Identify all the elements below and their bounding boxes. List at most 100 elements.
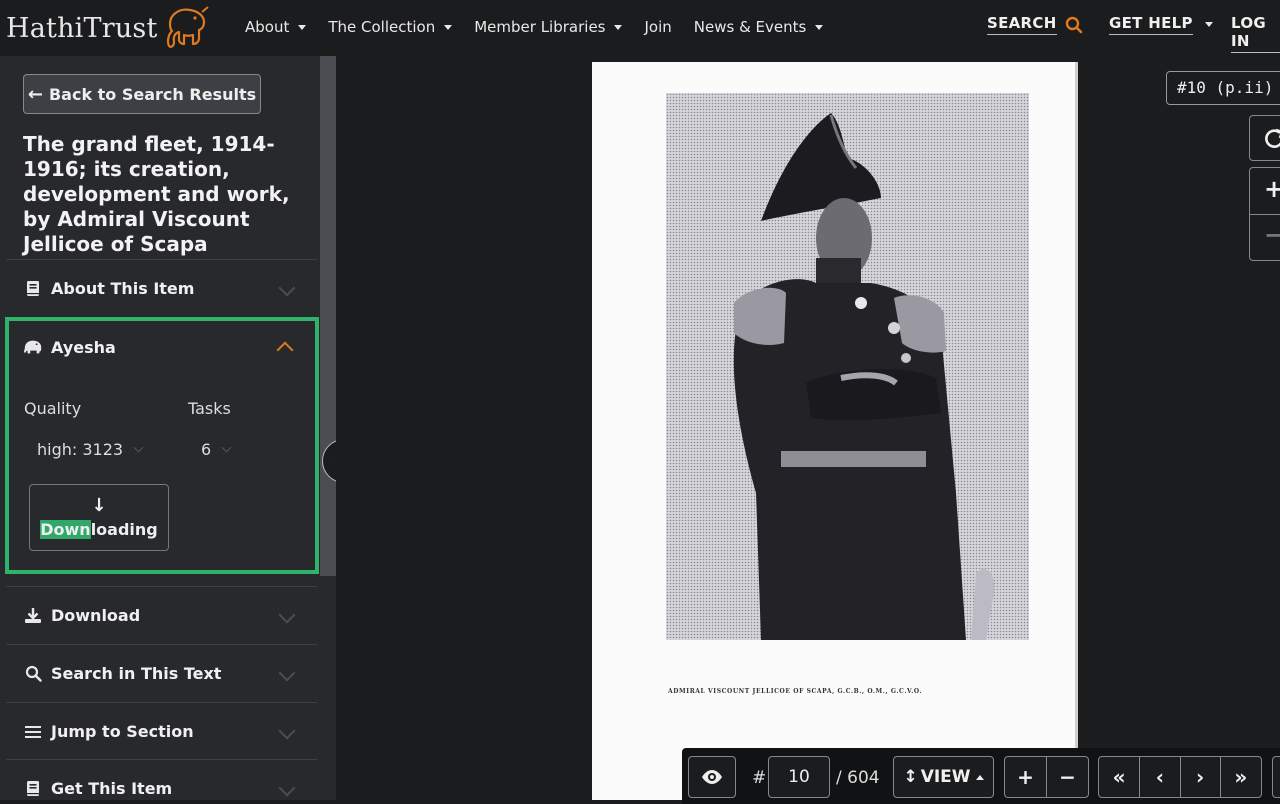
- nav-about-label: About: [245, 18, 290, 36]
- panel-get-this-item[interactable]: Get This Item: [6, 759, 317, 800]
- panel-label: About This Item: [51, 279, 195, 298]
- zoom-button-group: + −: [1004, 756, 1089, 798]
- nav-member-libraries-label: Member Libraries: [474, 18, 606, 36]
- fullscreen-button[interactable]: [1272, 756, 1280, 798]
- panel-ayesha: Ayesha Quality Tasks high: 3123 6 ↓ Down…: [5, 317, 319, 574]
- chevron-up-icon: [276, 341, 294, 359]
- elephant-logo-icon: [166, 6, 209, 48]
- book-title: The grand fleet, 1914-1916; its creation…: [23, 132, 290, 256]
- page-number-tag: #10 (p.ii): [1166, 71, 1280, 105]
- portrait-illustration: [666, 93, 1029, 640]
- panel-search-in-text[interactable]: Search in This Text: [6, 644, 317, 702]
- panel-header[interactable]: Ayesha: [9, 321, 315, 373]
- search-link-label: SEARCH: [987, 14, 1057, 35]
- chevron-down-icon: [133, 442, 144, 453]
- ayesha-download-button[interactable]: ↓ Downloading: [29, 484, 169, 551]
- panel-download[interactable]: Download: [6, 586, 317, 644]
- nav-news-events[interactable]: News & Events: [694, 18, 824, 36]
- panel-about-this-item[interactable]: About This Item: [6, 259, 317, 317]
- next-page-button[interactable]: ›: [1181, 757, 1221, 797]
- download-progress-done: Down: [40, 520, 91, 539]
- page-total: / 604: [836, 768, 880, 788]
- nav-collection-label: The Collection: [328, 18, 436, 36]
- chevron-down-icon: [221, 442, 232, 453]
- page-hash-label: #: [752, 768, 767, 788]
- view-mode-button[interactable]: ↕ VIEW: [893, 756, 994, 798]
- tasks-value: 6: [201, 440, 212, 459]
- logo-text: HathiTrust: [6, 12, 158, 44]
- caret-down-icon: [815, 24, 824, 30]
- panel-jump-to-section[interactable]: Jump to Section: [6, 702, 317, 760]
- image-caption: ADMIRAL VISCOUNT JELLICOE OF SCAPA, G.C.…: [668, 688, 923, 695]
- chevron-down-icon: [278, 779, 296, 797]
- panel-header[interactable]: About This Item: [6, 260, 317, 317]
- arrow-down-icon: ↓: [91, 495, 107, 516]
- panel-label: Search in This Text: [51, 664, 222, 683]
- viewer-toolbar: # / 604 ↕ VIEW + − « ‹ › »: [682, 748, 1280, 804]
- page-number-input[interactable]: [768, 756, 830, 798]
- back-button-label: Back to Search Results: [48, 84, 257, 104]
- tasks-select[interactable]: 6: [201, 440, 232, 459]
- chevron-down-icon: [278, 606, 296, 624]
- previous-page-button[interactable]: ‹: [1140, 757, 1181, 797]
- back-to-search-results-button[interactable]: ← Back to Search Results: [23, 74, 261, 114]
- download-icon: [23, 607, 43, 624]
- caret-down-icon: [614, 24, 623, 30]
- magnifier-icon: [23, 665, 43, 682]
- last-page-button[interactable]: »: [1221, 757, 1261, 797]
- panel-header[interactable]: Search in This Text: [6, 645, 317, 702]
- nav-join[interactable]: Join: [644, 18, 671, 36]
- updown-arrow-icon: ↕: [903, 767, 918, 787]
- quality-label: Quality: [24, 399, 82, 418]
- login-link[interactable]: LOG IN: [1231, 14, 1280, 53]
- get-help-label: GET HELP: [1109, 14, 1193, 35]
- zoom-controls: + −: [1249, 167, 1280, 261]
- quality-value: high: 3123: [37, 440, 124, 459]
- panel-label: Jump to Section: [51, 722, 194, 741]
- double-chevron-right-icon: »: [1234, 765, 1248, 789]
- search-icon: [1065, 16, 1082, 33]
- rotate-button[interactable]: [1249, 115, 1280, 161]
- eye-icon: [702, 770, 722, 784]
- panel-header[interactable]: Jump to Section: [6, 703, 317, 760]
- portrait-image: [666, 93, 1029, 640]
- panel-header[interactable]: Download: [6, 587, 317, 644]
- nav-news-events-label: News & Events: [693, 18, 807, 36]
- top-navigation: HathiTrust About The Collection Member L…: [0, 0, 1280, 54]
- minus-icon: −: [1264, 221, 1280, 249]
- nav-collection[interactable]: The Collection: [328, 18, 453, 36]
- arrow-left-icon: ←: [27, 83, 43, 105]
- plus-icon: +: [1017, 765, 1034, 789]
- nav-member-libraries[interactable]: Member Libraries: [474, 18, 623, 36]
- visibility-button[interactable]: [688, 756, 736, 798]
- sidebar-scrollbar[interactable]: [320, 56, 336, 576]
- quality-select[interactable]: high: 3123: [37, 440, 144, 459]
- zoom-in-button[interactable]: +: [1250, 168, 1280, 215]
- book-icon: [23, 780, 43, 797]
- rotate-icon: [1265, 128, 1280, 148]
- get-help-menu[interactable]: GET HELP: [1109, 14, 1213, 35]
- toolbar-zoom-out-button[interactable]: −: [1047, 757, 1088, 797]
- first-page-button[interactable]: «: [1099, 757, 1141, 797]
- chevron-down-icon: [278, 664, 296, 682]
- chevron-down-icon: [278, 279, 296, 297]
- toolbar-zoom-in-button[interactable]: +: [1005, 757, 1047, 797]
- chevron-down-icon: [278, 722, 296, 740]
- search-link[interactable]: SEARCH: [987, 14, 1083, 35]
- panel-header[interactable]: Get This Item: [6, 760, 317, 800]
- download-progress-rest: loading: [90, 520, 158, 539]
- caret-down-icon: [1204, 22, 1213, 27]
- panel-label: Get This Item: [51, 779, 173, 798]
- plus-icon: +: [1264, 175, 1280, 203]
- nav-about[interactable]: About: [245, 18, 307, 36]
- caret-down-icon: [298, 24, 307, 30]
- hathitrust-logo[interactable]: HathiTrust: [6, 4, 210, 52]
- download-progress-label: Downloading: [40, 520, 158, 539]
- tasks-label: Tasks: [188, 399, 231, 418]
- chevron-right-icon: ›: [1196, 765, 1205, 789]
- main-menu: About The Collection Member Libraries Jo…: [245, 0, 845, 54]
- minus-icon: −: [1059, 765, 1076, 789]
- book-icon: [23, 280, 43, 297]
- double-chevron-left-icon: «: [1112, 765, 1126, 789]
- zoom-out-button[interactable]: −: [1250, 215, 1280, 261]
